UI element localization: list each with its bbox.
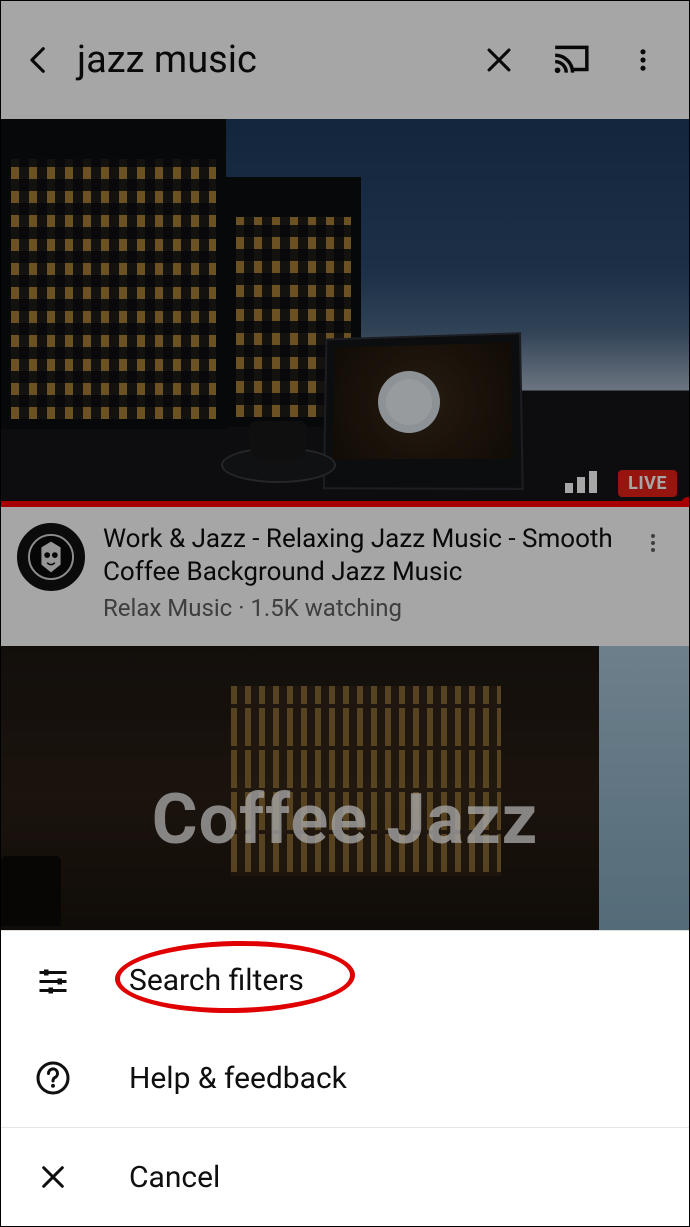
cast-button[interactable] [543,32,599,88]
thumbnail-overlay-text: Coffee Jazz [152,779,538,861]
search-header: jazz music [1,1,689,119]
search-query-text[interactable]: jazz music [77,38,455,82]
search-results: LIVE Work & Jazz - Relaxing Jazz Music -… [1,119,689,946]
live-badge: LIVE [618,470,677,497]
bottom-sheet-menu: Search filters Help & feedback Cancel [1,930,689,1226]
live-progress-bar [1,501,689,507]
overflow-menu-button[interactable] [615,32,671,88]
channel-avatar[interactable] [17,523,85,591]
menu-item-label: Search filters [129,963,304,998]
video-list-item[interactable]: LIVE Work & Jazz - Relaxing Jazz Music -… [1,119,689,646]
back-button[interactable] [19,40,59,80]
avatar-icon [28,534,74,580]
menu-item-search-filters[interactable]: Search filters [1,931,689,1029]
close-icon [482,43,516,77]
video-list-item[interactable]: Coffee Jazz [1,646,689,946]
menu-item-help-feedback[interactable]: Help & feedback [1,1029,689,1127]
clear-search-button[interactable] [471,32,527,88]
video-title: Work & Jazz - Relaxing Jazz Music - Smoo… [103,523,615,588]
video-overflow-button[interactable] [633,523,673,563]
video-thumbnail[interactable]: Coffee Jazz [1,646,689,946]
help-icon [33,1058,73,1098]
cast-icon [552,41,590,79]
menu-item-label: Help & feedback [129,1061,347,1096]
filter-icon [33,960,73,1000]
signal-icon [565,471,597,493]
video-subtitle: Relax Music · 1.5K watching [103,594,615,622]
menu-item-label: Cancel [129,1160,220,1195]
more-vertical-icon [641,531,665,555]
menu-item-cancel[interactable]: Cancel [1,1128,689,1226]
close-icon [33,1157,73,1197]
chevron-left-icon [22,43,56,77]
more-vertical-icon [629,46,657,74]
video-thumbnail[interactable]: LIVE [1,119,689,507]
